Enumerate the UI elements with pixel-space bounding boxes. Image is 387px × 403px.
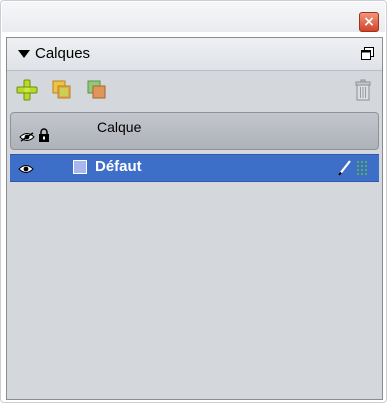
- duplicate-layer-icon[interactable]: [51, 79, 73, 101]
- panel-menu-icon[interactable]: [361, 47, 374, 60]
- close-icon[interactable]: ×: [359, 12, 379, 32]
- panel-header[interactable]: Calques: [7, 38, 382, 71]
- panel-title: Calques: [35, 45, 91, 62]
- layer-color-swatch: [73, 160, 87, 174]
- grid-icon[interactable]: [356, 160, 370, 176]
- layer-name-column-label: Calque: [97, 119, 142, 135]
- triangle-down-icon[interactable]: [18, 50, 30, 58]
- layers-toolbar: [7, 71, 382, 109]
- lock-icon[interactable]: [38, 128, 50, 142]
- eye-icon[interactable]: [18, 164, 34, 174]
- layers-column-header: Calque: [10, 112, 379, 150]
- layer-name[interactable]: Défaut: [95, 158, 142, 175]
- pencil-icon: [338, 160, 351, 176]
- layer-row-defaut[interactable]: Défaut: [10, 154, 379, 182]
- add-layer-icon[interactable]: [16, 79, 38, 101]
- delete-layer-icon[interactable]: [352, 79, 374, 101]
- merge-layer-icon[interactable]: [86, 79, 108, 101]
- layers-body: Calques Calque Défaut: [6, 37, 383, 400]
- panel-titlebar: ×: [2, 2, 385, 32]
- eye-icon[interactable]: [19, 132, 35, 142]
- layers-panel: × Calques Calque Défaut: [0, 0, 387, 403]
